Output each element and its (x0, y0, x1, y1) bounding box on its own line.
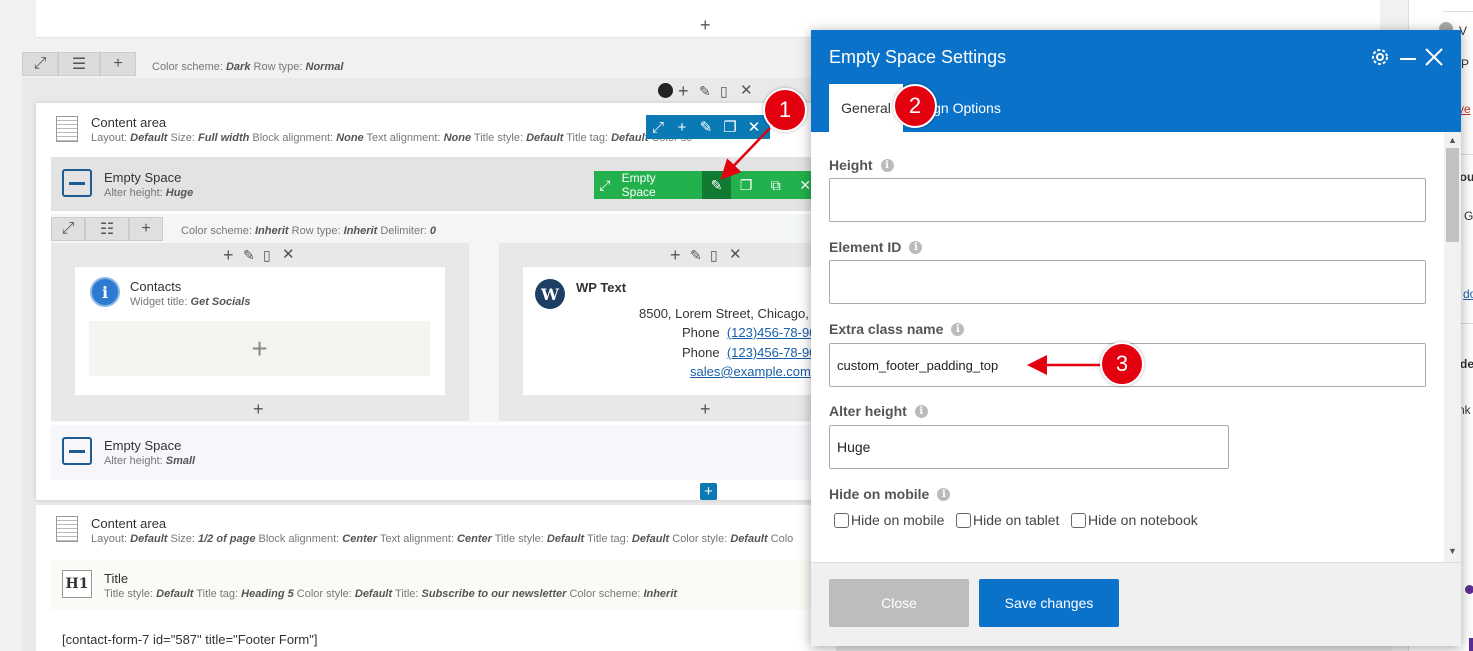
arrow-1 (720, 127, 771, 180)
annotation-1: 1 (763, 88, 807, 132)
annotation-2: 2 (893, 84, 937, 128)
annotation-3: 3 (1100, 342, 1144, 386)
annotation-arrows (720, 127, 1100, 375)
